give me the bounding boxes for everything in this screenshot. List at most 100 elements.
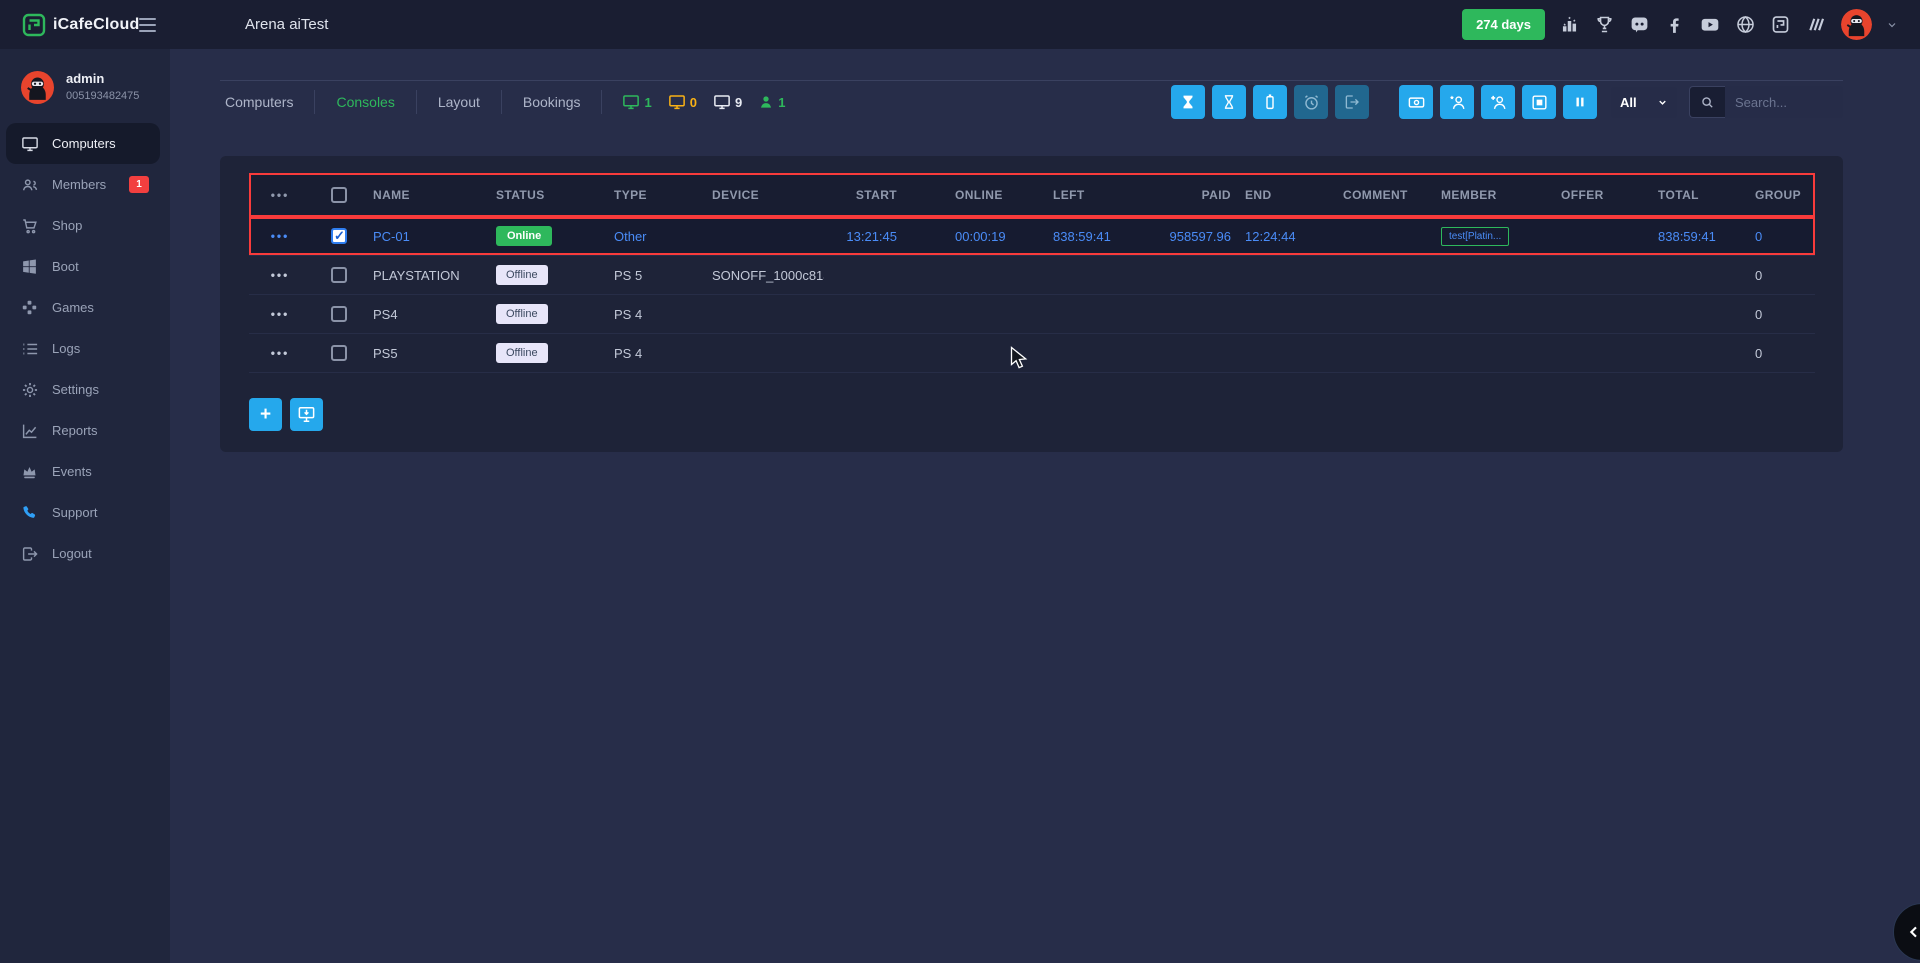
facebook-icon[interactable] (1664, 14, 1685, 35)
sidebar-item-support[interactable]: Support (0, 492, 170, 533)
col-name[interactable]: NAME (367, 188, 490, 202)
row-checkbox[interactable] (331, 228, 347, 244)
user-avatar[interactable] (1841, 9, 1872, 40)
youtube-icon[interactable] (1699, 14, 1721, 35)
member-add-button[interactable] (1481, 85, 1515, 119)
status-badge: Online (496, 226, 552, 246)
sidebar-item-logout[interactable]: Logout (0, 533, 170, 574)
alarm-button[interactable] (1294, 85, 1328, 119)
icafe-pay-icon[interactable] (1770, 14, 1791, 35)
chevron-down-icon[interactable] (1886, 19, 1898, 31)
website-icon[interactable] (1735, 14, 1756, 35)
pc-install-icon (297, 405, 316, 424)
sidebar-item-games[interactable]: Games (0, 287, 170, 328)
user-name: admin (66, 71, 139, 86)
search-input[interactable] (1725, 86, 1843, 118)
table-row[interactable]: PS5 Offline PS 4 0 (249, 334, 1815, 373)
tab-consoles[interactable]: Consoles (315, 94, 415, 110)
admin-avatar[interactable] (21, 71, 54, 104)
hourglass-filled-icon (1179, 93, 1197, 111)
table-row[interactable]: PC-01 Online Other 13:21:45 00:00:19 838… (249, 217, 1815, 256)
session-total: 838:59:41 (1652, 229, 1749, 244)
sidebar-item-settings[interactable]: Settings (0, 369, 170, 410)
tab-bookings[interactable]: Bookings (502, 94, 602, 110)
col-online[interactable]: ONLINE (949, 188, 1047, 202)
sidebar-item-reports[interactable]: Reports (0, 410, 170, 451)
row-checkbox[interactable] (331, 306, 347, 322)
console-type: PS 4 (608, 346, 706, 361)
sidebar-item-label: Members (52, 177, 106, 192)
layers-icon[interactable] (1805, 14, 1827, 35)
table-row[interactable]: PLAYSTATION Offline PS 5 SONOFF_1000c81a… (249, 256, 1815, 295)
col-end[interactable]: END (1239, 188, 1337, 202)
status-badge: Offline (496, 304, 548, 324)
sidebar-item-members[interactable]: Members 1 (0, 164, 170, 205)
counter-value: 9 (735, 95, 742, 110)
member-star-button[interactable] (1440, 85, 1474, 119)
sidebar-item-logs[interactable]: Logs (0, 328, 170, 369)
console-name[interactable]: PLAYSTATION (367, 268, 490, 283)
row-menu-icon[interactable] (271, 308, 290, 320)
sidebar-item-shop[interactable]: Shop (0, 205, 170, 246)
discord-icon[interactable] (1629, 14, 1650, 35)
pause-button[interactable] (1563, 85, 1597, 119)
screenshot-icon (1530, 93, 1549, 112)
col-type[interactable]: TYPE (608, 188, 706, 202)
computers-online-counter: 1 (622, 93, 651, 111)
col-comment[interactable]: COMMENT (1337, 188, 1435, 202)
row-menu-icon[interactable] (271, 347, 290, 359)
table-row[interactable]: PS4 Offline PS 4 0 (249, 295, 1815, 334)
row-menu-icon[interactable] (271, 269, 290, 281)
sidebar-toggle-button[interactable] (139, 14, 156, 36)
tab-computers[interactable]: Computers (220, 94, 314, 110)
app-logo[interactable]: iCafeCloud (22, 13, 139, 37)
console-name[interactable]: PS5 (367, 346, 490, 361)
status-badge: Offline (496, 265, 548, 285)
sidebar-user-block: admin 005193482475 (0, 49, 170, 110)
console-name[interactable]: PC-01 (367, 229, 490, 244)
checkout-button[interactable] (1335, 85, 1369, 119)
sidebar-item-events[interactable]: Events (0, 451, 170, 492)
timer-outline-button[interactable] (1212, 85, 1246, 119)
select-all-checkbox[interactable] (331, 187, 347, 203)
install-client-button[interactable] (290, 398, 323, 431)
session-paid: 958597.96 (1153, 229, 1239, 244)
col-offer[interactable]: OFFER (1555, 188, 1652, 202)
chart-icon (21, 422, 39, 440)
cash-button[interactable] (1399, 85, 1433, 119)
sidebar-item-boot[interactable]: Boot (0, 246, 170, 287)
row-checkbox[interactable] (331, 267, 347, 283)
tab-layout[interactable]: Layout (417, 94, 501, 110)
col-total[interactable]: TOTAL (1652, 188, 1749, 202)
sidebar-item-label: Games (52, 300, 94, 315)
search-icon (1689, 86, 1725, 118)
status-filter-select[interactable]: All (1611, 87, 1677, 118)
row-checkbox[interactable] (331, 345, 347, 361)
sidebar-item-label: Computers (52, 136, 116, 151)
col-member[interactable]: MEMBER (1435, 188, 1555, 202)
timer-filled-button[interactable] (1171, 85, 1205, 119)
license-days-badge[interactable]: 274 days (1462, 9, 1545, 40)
screenshot-button[interactable] (1522, 85, 1556, 119)
col-start[interactable]: START (824, 188, 949, 202)
search-box (1689, 86, 1843, 118)
add-console-button[interactable]: + (249, 398, 282, 431)
filter-value: All (1620, 95, 1637, 110)
sidebar-item-computers[interactable]: Computers (6, 123, 160, 164)
col-left[interactable]: LEFT (1047, 188, 1153, 202)
trophy-icon[interactable] (1594, 14, 1615, 35)
header-menu-icon[interactable] (271, 189, 290, 201)
member-badge[interactable]: test[Platin... (1441, 227, 1509, 246)
ranking-icon[interactable] (1559, 14, 1580, 35)
console-name[interactable]: PS4 (367, 307, 490, 322)
battery-button[interactable] (1253, 85, 1287, 119)
sidebar-item-label: Boot (52, 259, 79, 274)
col-status[interactable]: STATUS (490, 188, 608, 202)
col-group[interactable]: GROUP (1749, 188, 1815, 202)
col-paid[interactable]: PAID (1153, 188, 1239, 202)
session-left: 838:59:41 (1047, 229, 1153, 244)
row-menu-icon[interactable] (271, 230, 290, 242)
col-device[interactable]: DEVICE (706, 188, 824, 202)
sign-out-icon (1343, 93, 1361, 111)
logout-icon (21, 545, 39, 563)
